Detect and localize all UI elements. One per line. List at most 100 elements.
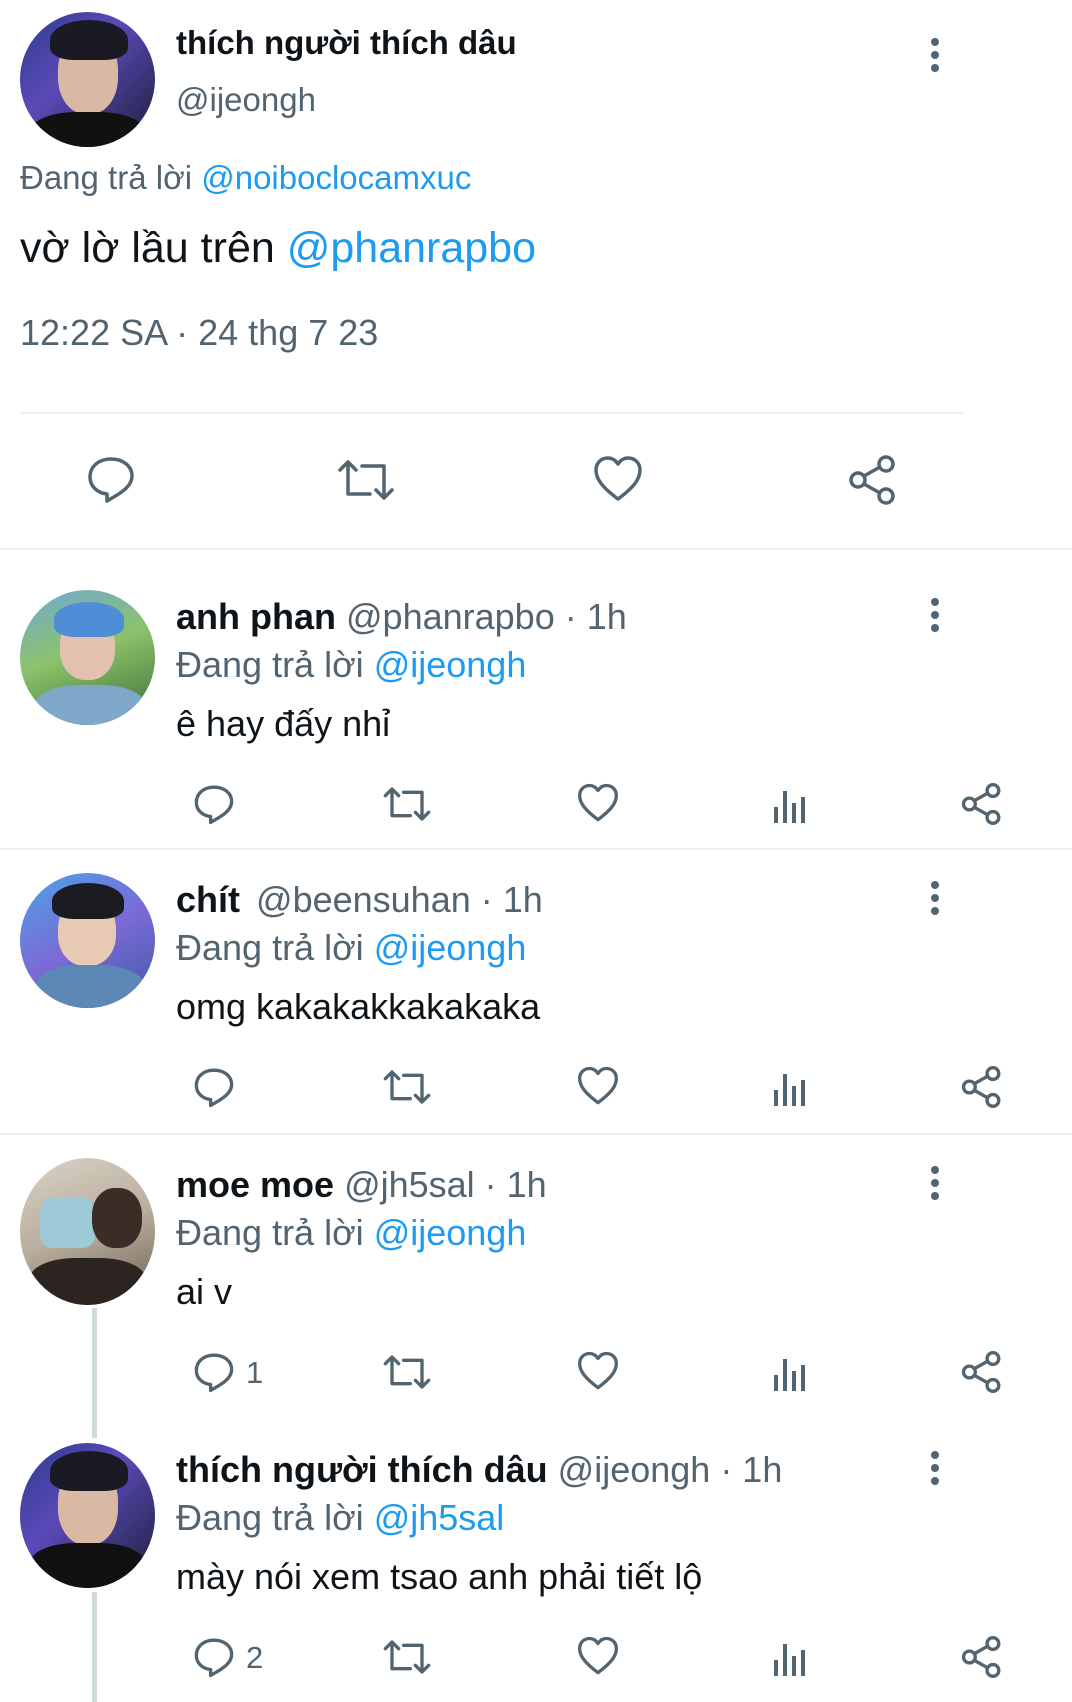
retweet-button[interactable] (382, 1068, 432, 1106)
display-name[interactable]: thích người thích dâu (176, 24, 517, 62)
views-button[interactable] (772, 785, 808, 823)
reply-icon (194, 1353, 234, 1393)
more-options-button[interactable] (915, 590, 955, 640)
more-options-button[interactable] (915, 1158, 955, 1208)
replying-to: Đang trả lời @ijeongh (176, 927, 526, 969)
retweet-button[interactable] (382, 785, 432, 823)
retweet-icon (383, 1640, 431, 1674)
share-button[interactable] (961, 1635, 1003, 1679)
share-button[interactable] (848, 454, 898, 506)
retweet-icon (383, 787, 431, 821)
reply-button[interactable] (193, 1066, 235, 1108)
handle[interactable]: @ijeongh (558, 1449, 711, 1490)
more-options-button[interactable] (915, 30, 955, 80)
section-divider (0, 548, 1072, 550)
views-button[interactable] (772, 1353, 808, 1391)
display-name[interactable]: moe moe (176, 1164, 334, 1205)
replying-prefix: Đang trả lời (176, 1212, 374, 1253)
avatar[interactable] (20, 1158, 155, 1305)
replying-prefix: Đang trả lời (176, 927, 374, 968)
reply-button[interactable] (86, 455, 136, 503)
time: · 1h (470, 879, 543, 920)
reply-icon (88, 457, 134, 503)
tweet-text: omg kakakakkakakaka (176, 986, 541, 1027)
more-vertical-icon (931, 38, 939, 72)
share-icon (961, 1066, 1001, 1108)
reply-icon (194, 1068, 234, 1108)
time: · 1h (474, 1164, 547, 1205)
avatar[interactable] (20, 12, 155, 147)
like-button[interactable] (576, 1351, 620, 1391)
display-name[interactable]: chít (176, 879, 240, 920)
retweet-icon (338, 460, 394, 500)
retweet-button[interactable] (382, 1638, 432, 1676)
separator (20, 412, 964, 414)
replying-mention[interactable]: @noiboclocamxuc (201, 159, 471, 196)
timestamp[interactable]: 12:22 SA · 24 thg 7 23 (20, 312, 378, 354)
like-icon (578, 1351, 618, 1390)
avatar[interactable] (20, 590, 155, 725)
reply-header: thích người thích dâu @ijeongh · 1h (176, 1449, 782, 1491)
reply-button[interactable] (193, 783, 235, 825)
retweet-icon (383, 1355, 431, 1389)
handle[interactable]: @phanrapbo (346, 596, 555, 637)
replying-mention[interactable]: @ijeongh (374, 644, 527, 685)
tweet-body: vờ lờ lầu trên (20, 224, 287, 272)
replying-mention[interactable]: @ijeongh (374, 927, 527, 968)
like-button[interactable] (592, 455, 644, 503)
tweet-mention[interactable]: @phanrapbo (287, 224, 536, 272)
replying-prefix: Đang trả lời (20, 159, 202, 196)
reply-count: 1 (246, 1355, 264, 1390)
like-button[interactable] (576, 783, 620, 823)
reply-header: moe moe @jh5sal · 1h (176, 1164, 547, 1206)
more-vertical-icon (931, 1451, 939, 1485)
share-button[interactable] (961, 1350, 1003, 1394)
views-button[interactable] (772, 1638, 808, 1676)
like-button[interactable] (576, 1636, 620, 1676)
reply-icon (194, 1638, 234, 1678)
more-vertical-icon (931, 598, 939, 632)
avatar[interactable] (20, 873, 155, 1008)
like-button[interactable] (576, 1066, 620, 1106)
avatar[interactable] (20, 1443, 155, 1588)
share-icon (961, 1636, 1001, 1678)
tweet-text: mày nói xem tsao anh phải tiết lộ (176, 1556, 703, 1597)
replying-prefix: Đang trả lời (176, 1497, 374, 1538)
share-icon (961, 1351, 1001, 1393)
reply-count: 2 (246, 1640, 264, 1675)
replying-to: Đang trả lời @ijeongh (176, 644, 526, 686)
like-icon (578, 1066, 618, 1105)
section-divider (0, 848, 1072, 850)
retweet-button[interactable] (382, 1353, 432, 1391)
tweet-text: ai v (176, 1271, 233, 1312)
retweet-button[interactable] (336, 458, 396, 502)
handle[interactable]: @ijeongh (176, 81, 316, 119)
analytics-icon (774, 791, 805, 823)
more-options-button[interactable] (915, 1443, 955, 1493)
handle[interactable]: @beensuhan (256, 879, 471, 920)
replying-mention[interactable]: @ijeongh (374, 1212, 527, 1253)
share-button[interactable] (961, 782, 1003, 826)
more-options-button[interactable] (915, 873, 955, 923)
replying-to: Đang trả lời @jh5sal (176, 1497, 504, 1539)
tweet-text: vờ lờ lầu trên @phanrapbo (20, 224, 536, 273)
share-button[interactable] (961, 1065, 1003, 1109)
analytics-icon (774, 1644, 805, 1676)
replying-prefix: Đang trả lời (176, 644, 374, 685)
display-name[interactable]: thích người thích dâu (176, 1449, 548, 1490)
tweet-text: ê hay đấy nhỉ (176, 703, 391, 744)
views-button[interactable] (772, 1068, 808, 1106)
section-divider (0, 1133, 1072, 1135)
reply-header: chít @beensuhan · 1h (176, 879, 543, 921)
reply-button[interactable] (193, 1351, 235, 1393)
analytics-icon (774, 1074, 805, 1106)
reply-button[interactable] (193, 1636, 235, 1678)
thread-line (92, 1592, 97, 1702)
handle[interactable]: @jh5sal (344, 1164, 475, 1205)
replying-mention[interactable]: @jh5sal (374, 1497, 505, 1538)
replying-to: Đang trả lời @noiboclocamxuc (20, 159, 471, 197)
time: · 1h (710, 1449, 783, 1490)
like-icon (594, 456, 642, 501)
display-name[interactable]: anh phan (176, 596, 336, 637)
reply-icon (194, 785, 234, 825)
